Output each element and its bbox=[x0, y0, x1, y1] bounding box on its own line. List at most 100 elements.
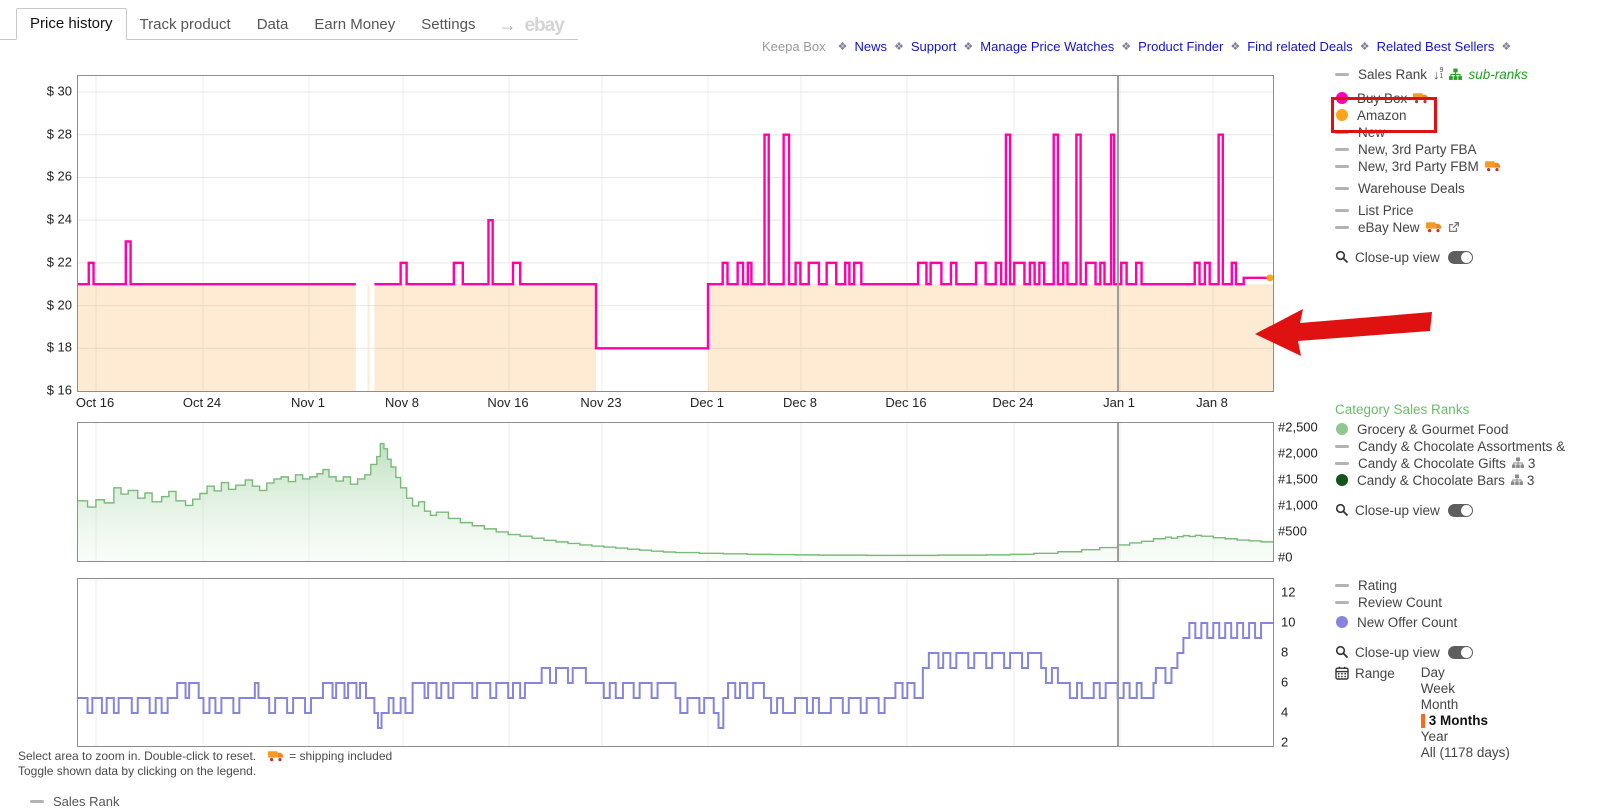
shipping-truck-icon bbox=[1485, 160, 1501, 172]
range-option-day[interactable]: Day bbox=[1421, 665, 1510, 681]
diamond-separator-icon: ❖ bbox=[1360, 40, 1370, 53]
close-up-view-label: Close-up view bbox=[1355, 645, 1440, 660]
axis-tick-label: $ 22 bbox=[47, 254, 72, 269]
link-news[interactable]: News bbox=[854, 39, 887, 54]
range-label: Range bbox=[1355, 666, 1395, 681]
legend-item-rating[interactable]: Rating bbox=[1335, 577, 1597, 593]
calendar-icon bbox=[1335, 666, 1349, 680]
axis-tick-label: Dec 16 bbox=[885, 395, 926, 410]
axis-tick-label: $ 30 bbox=[47, 84, 72, 99]
external-link-icon[interactable] bbox=[1448, 221, 1460, 233]
legend-dash-icon bbox=[1335, 601, 1349, 604]
shipping-included-text: = shipping included bbox=[289, 749, 392, 763]
annotation-red-arrow bbox=[1245, 297, 1440, 357]
range-option-month[interactable]: Month bbox=[1421, 697, 1510, 713]
sitemap-icon bbox=[1512, 457, 1524, 469]
axis-tick-label: $ 16 bbox=[47, 383, 72, 398]
range-label-row: Range bbox=[1335, 665, 1395, 681]
axis-tick-label: 2 bbox=[1281, 734, 1288, 749]
legend-label: Amazon bbox=[1357, 108, 1407, 123]
keepa-price-history-page: { "tabs": { "items": ["Price history", "… bbox=[0, 0, 1600, 801]
sort-numeric-icon[interactable]: ↓91 bbox=[1433, 67, 1443, 82]
legend-dash-icon bbox=[30, 800, 44, 803]
link-support[interactable]: Support bbox=[911, 39, 957, 54]
category-dot-icon bbox=[1336, 423, 1348, 435]
price-history-chart[interactable] bbox=[77, 75, 1274, 392]
legend-dash-icon bbox=[1335, 131, 1349, 134]
legend-item-candy-gifts[interactable]: Candy & Chocolate Gifts 3 bbox=[1335, 455, 1597, 471]
legend-label: New, 3rd Party FBM bbox=[1358, 159, 1479, 174]
sub-ranks-link[interactable]: sub-ranks bbox=[1468, 67, 1527, 82]
axis-tick-label: Dec 8 bbox=[783, 395, 817, 410]
zoom-hint-text: Select area to zoom in. Double-click to … bbox=[18, 749, 256, 763]
tab-price-history[interactable]: Price history bbox=[16, 8, 127, 40]
shipping-truck-icon bbox=[1413, 92, 1429, 104]
axis-tick-label: 10 bbox=[1281, 614, 1295, 629]
legend-item-amazon[interactable]: Amazon bbox=[1335, 107, 1597, 123]
link-related-best-sellers[interactable]: Related Best Sellers bbox=[1377, 39, 1495, 54]
range-options: Day Week Month 3 Months Year All (1178 d… bbox=[1421, 665, 1510, 761]
category-ranks-title: Category Sales Ranks bbox=[1335, 402, 1597, 418]
offer-count-chart[interactable] bbox=[77, 578, 1274, 747]
axis-tick-label: 4 bbox=[1281, 704, 1288, 719]
axis-tick-label: $ 28 bbox=[47, 126, 72, 141]
sales-rank-chart[interactable] bbox=[77, 422, 1274, 562]
legend-dash-icon bbox=[1335, 187, 1349, 190]
legend-item-new-offer-count[interactable]: New Offer Count bbox=[1335, 614, 1597, 630]
legend-item-new-fba[interactable]: New, 3rd Party FBA bbox=[1335, 141, 1597, 157]
shipping-truck-icon bbox=[268, 750, 284, 762]
offers-legend: Rating Review Count New Offer Count Clos… bbox=[1335, 577, 1597, 761]
magnifier-icon bbox=[1335, 645, 1349, 659]
link-manage-price-watches[interactable]: Manage Price Watches bbox=[980, 39, 1114, 54]
diamond-separator-icon: ❖ bbox=[1230, 40, 1240, 53]
close-up-toggle[interactable] bbox=[1448, 646, 1473, 659]
subcategory-count: 3 bbox=[1527, 473, 1535, 488]
range-option-all[interactable]: All (1178 days) bbox=[1421, 745, 1510, 761]
legend-item-grocery-gourmet[interactable]: Grocery & Gourmet Food bbox=[1335, 421, 1597, 437]
tab-data[interactable]: Data bbox=[244, 11, 302, 39]
legend-label: Warehouse Deals bbox=[1358, 181, 1465, 196]
range-option-3-months[interactable]: 3 Months bbox=[1421, 713, 1510, 729]
legend-label: New, 3rd Party FBA bbox=[1358, 142, 1477, 157]
legend-item-buy-box[interactable]: Buy Box bbox=[1335, 90, 1597, 106]
legend-item-candy-bars[interactable]: Candy & Chocolate Bars 3 bbox=[1335, 472, 1597, 488]
axis-tick-label: #500 bbox=[1278, 523, 1307, 538]
legend-item-candy-assortments[interactable]: Candy & Chocolate Assortments & bbox=[1335, 438, 1597, 454]
legend-item-list-price[interactable]: List Price bbox=[1335, 202, 1597, 218]
axis-tick-label: Nov 23 bbox=[580, 395, 621, 410]
subcategory-count: 3 bbox=[1528, 456, 1536, 471]
axis-tick-label: $ 20 bbox=[47, 297, 72, 312]
shipping-truck-icon bbox=[1426, 221, 1442, 233]
legend-dash-icon bbox=[1335, 445, 1349, 448]
legend-item-sales-rank[interactable]: Sales Rank ↓91 sub-ranks bbox=[1335, 66, 1597, 82]
range-option-year[interactable]: Year bbox=[1421, 729, 1510, 745]
legend-item-review-count[interactable]: Review Count bbox=[1335, 594, 1597, 610]
link-product-finder[interactable]: Product Finder bbox=[1138, 39, 1223, 54]
legend-item-new[interactable]: New bbox=[1335, 124, 1597, 140]
legend-item-ebay-new[interactable]: eBay New bbox=[1335, 219, 1597, 235]
legend-item-new-fbm[interactable]: New, 3rd Party FBM bbox=[1335, 158, 1597, 174]
tab-earn-money[interactable]: Earn Money bbox=[301, 11, 408, 39]
axis-tick-label: #1,500 bbox=[1278, 471, 1318, 486]
arrow-right-icon: → bbox=[488, 15, 524, 39]
axis-tick-label: Dec 24 bbox=[992, 395, 1033, 410]
tab-track-product[interactable]: Track product bbox=[127, 11, 244, 39]
close-up-toggle[interactable] bbox=[1448, 251, 1473, 264]
range-option-week[interactable]: Week bbox=[1421, 681, 1510, 697]
close-up-view-control[interactable]: Close-up view bbox=[1335, 249, 1597, 265]
close-up-toggle[interactable] bbox=[1448, 504, 1473, 517]
category-dot-icon bbox=[1336, 474, 1348, 486]
close-up-view-control[interactable]: Close-up view bbox=[1335, 644, 1597, 660]
magnifier-icon bbox=[1335, 503, 1349, 517]
legend-label: New bbox=[1358, 125, 1385, 140]
diamond-separator-icon: ❖ bbox=[1501, 40, 1511, 53]
sitemap-icon bbox=[1511, 474, 1523, 486]
link-find-related-deals[interactable]: Find related Deals bbox=[1247, 39, 1353, 54]
close-up-view-control[interactable]: Close-up view bbox=[1335, 502, 1597, 518]
legend-item-warehouse-deals[interactable]: Warehouse Deals bbox=[1335, 180, 1597, 196]
tab-settings[interactable]: Settings bbox=[408, 11, 488, 39]
legend-label: Sales Rank bbox=[1358, 67, 1427, 82]
ebay-logo[interactable]: ebay bbox=[524, 15, 563, 39]
keepa-nav-links: Keepa Box ❖ News ❖ Support ❖ Manage Pric… bbox=[762, 39, 1502, 54]
axis-tick-label: #0 bbox=[1278, 549, 1292, 564]
